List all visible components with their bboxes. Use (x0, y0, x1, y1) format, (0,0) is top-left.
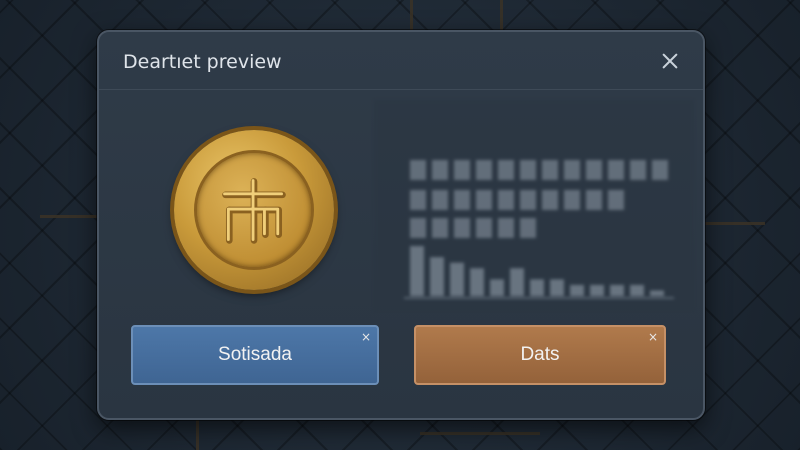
blurred-glyph (520, 190, 536, 210)
blurred-glyph (586, 160, 602, 180)
preview-dialog: Deartıet preview Sotisada × Dats × (97, 30, 705, 420)
blurred-glyph (630, 160, 646, 180)
blurred-glyph (410, 160, 426, 180)
dismiss-x-icon: × (360, 330, 371, 344)
dialog-header: Deartıet preview (99, 32, 703, 90)
blurred-glyph (410, 190, 426, 210)
blurred-bar (610, 284, 624, 296)
background-frame-line (420, 432, 540, 435)
coin-glyph-icon (222, 178, 286, 244)
dats-button-label: Dats (520, 344, 560, 365)
background-frame-line (500, 0, 503, 30)
blurred-bar (590, 284, 604, 296)
blurred-glyph (498, 218, 514, 238)
blurred-glyph (608, 160, 624, 180)
blurred-glyph (432, 160, 448, 180)
blurred-glyph (476, 218, 492, 238)
blurred-glyph (542, 160, 558, 180)
blurred-glyph (564, 190, 580, 210)
background-frame-line (705, 222, 765, 225)
blurred-bar (430, 257, 444, 296)
blurred-glyph (498, 190, 514, 210)
blurred-glyph (432, 190, 448, 210)
blurred-bar (510, 268, 524, 296)
background-frame-line (196, 420, 199, 450)
blurred-bar (450, 262, 464, 296)
blurred-glyph (454, 218, 470, 238)
blurred-glyph (520, 218, 536, 238)
blurred-glyph (454, 190, 470, 210)
sotisada-button[interactable]: Sotisada × (131, 325, 379, 385)
blurred-glyph (652, 160, 668, 180)
blurred-glyph (432, 218, 448, 238)
blurred-bar (490, 279, 504, 296)
blurred-glyph (476, 160, 492, 180)
blurred-bar (550, 279, 564, 296)
blurred-glyph (410, 218, 426, 238)
coin-face (194, 150, 314, 270)
blurred-preview-panel (374, 100, 694, 310)
blurred-bar (630, 284, 644, 296)
dismiss-x-icon: × (647, 330, 658, 344)
background-frame-line (410, 0, 413, 30)
blurred-glyph (454, 160, 470, 180)
blurred-glyph (520, 160, 536, 180)
blurred-glyph (608, 190, 624, 210)
blurred-glyph (476, 190, 492, 210)
blurred-bar (470, 268, 484, 296)
close-icon[interactable] (657, 48, 683, 74)
blurred-glyph (542, 190, 558, 210)
blurred-glyph (498, 160, 514, 180)
dats-button[interactable]: Dats × (414, 325, 666, 385)
blurred-bar (570, 284, 584, 296)
dialog-title: Deartıet preview (123, 51, 282, 73)
sotisada-button-label: Sotisada (218, 344, 292, 365)
blurred-bar (530, 279, 544, 296)
coin-emblem-icon (174, 130, 334, 290)
blurred-glyph (564, 160, 580, 180)
blurred-glyph (586, 190, 602, 210)
blurred-bar (650, 290, 664, 296)
background-frame-line (40, 215, 98, 218)
blurred-bar (410, 246, 424, 296)
